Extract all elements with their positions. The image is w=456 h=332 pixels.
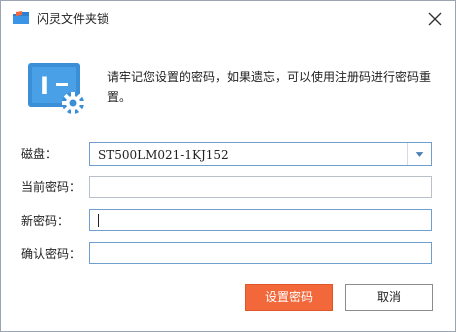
password-reminder-text: 请牢记您设置的密码，如果遗忘，可以使用注册码进行密码重置。 <box>107 70 432 104</box>
text-cursor <box>98 214 99 227</box>
set-password-button[interactable]: 设置密码 <box>245 284 333 311</box>
current-password-input[interactable] <box>90 177 431 197</box>
new-password-input[interactable] <box>90 210 431 230</box>
current-password-field-box <box>89 176 432 198</box>
new-password-label: 新密码： <box>21 214 70 228</box>
confirm-password-input[interactable] <box>90 243 431 263</box>
folder-lock-app-icon <box>13 11 29 24</box>
current-password-label: 当前密码： <box>21 180 82 194</box>
dialog-window: 闪灵文件夹锁 I 请牢记您设置的密码，如果遗忘，可以使用注册码进行密码重置。 磁… <box>0 0 456 332</box>
window-title: 闪灵文件夹锁 <box>37 12 110 26</box>
disk-label: 磁盘： <box>21 147 58 161</box>
close-icon[interactable] <box>425 9 445 29</box>
hero-icon-letter: I <box>40 72 49 100</box>
disk-select[interactable]: ST500LM021-1KJ152 <box>89 142 432 166</box>
cancel-button[interactable]: 取消 <box>345 284 433 311</box>
password-settings-icon: I <box>28 63 84 114</box>
chevron-down-icon[interactable] <box>407 143 431 165</box>
disk-select-value: ST500LM021-1KJ152 <box>98 148 229 162</box>
confirm-password-label: 确认密码： <box>21 247 82 261</box>
title-bar[interactable]: 闪灵文件夹锁 <box>1 1 455 37</box>
confirm-password-field-box <box>89 242 432 264</box>
new-password-field-box <box>89 209 432 231</box>
